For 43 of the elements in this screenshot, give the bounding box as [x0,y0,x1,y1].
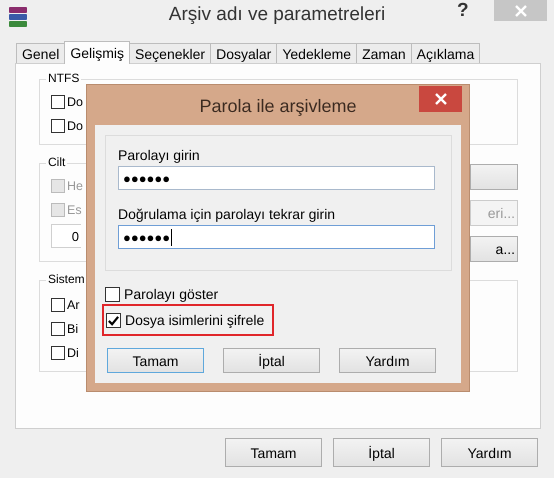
number-field[interactable]: 0 [51,224,81,248]
checkbox-label: Do [67,119,83,133]
checkbox[interactable] [105,286,120,302]
button[interactable]: Yardım [441,438,538,467]
checkbox-label: Do [67,95,83,109]
tab[interactable]: Genel [16,43,66,63]
tab[interactable]: Dosyalar [210,43,278,63]
help-button[interactable]: ? [457,0,469,22]
checkbox-label: Di [67,346,79,360]
button[interactable]: Yardım [339,348,436,373]
field-label: Parolayı girin [118,146,201,165]
tab[interactable]: Açıklama [410,43,480,63]
checkbox[interactable] [51,346,65,360]
button[interactable]: İptal [223,348,320,373]
close-icon [514,4,526,16]
group-title: Cilt [46,155,68,169]
button[interactable]: a... [470,236,518,262]
close-icon [434,93,446,105]
checkbox[interactable] [106,312,121,328]
button[interactable]: Tamam [225,438,322,467]
checkbox[interactable] [51,322,65,336]
field-label: Doğrulama için parolayı tekrar girin [118,205,336,224]
button[interactable]: Tamam [107,348,204,373]
dialog-title: Parola ile arşivleme [199,96,357,116]
button[interactable]: İptal [333,438,430,467]
window-title: Arşiv adı ve parametreleri [168,4,386,26]
checkbox-label: Parolayı göster [124,286,218,302]
tab[interactable]: Seçenekler [129,43,212,63]
tab[interactable]: Gelişmiş [64,41,130,64]
checkbox-label: He [67,179,83,193]
button: eri... [470,200,518,226]
checkbox-label: Bi [67,322,78,336]
checkbox[interactable] [51,298,65,312]
checkbox[interactable] [51,95,65,109]
close-button[interactable] [419,86,462,112]
checkbox-label: Es [67,203,82,217]
checkbox-label: Ar [67,298,80,312]
password-field[interactable]: ●●●●●● [118,225,435,249]
checkbox-label: Dosya isimlerini şifrele [125,312,264,328]
group-title: NTFS [46,71,82,85]
checkbox[interactable] [51,119,65,133]
password-field[interactable]: ●●●●●● [118,166,435,190]
group-title: Sistem [46,272,87,286]
